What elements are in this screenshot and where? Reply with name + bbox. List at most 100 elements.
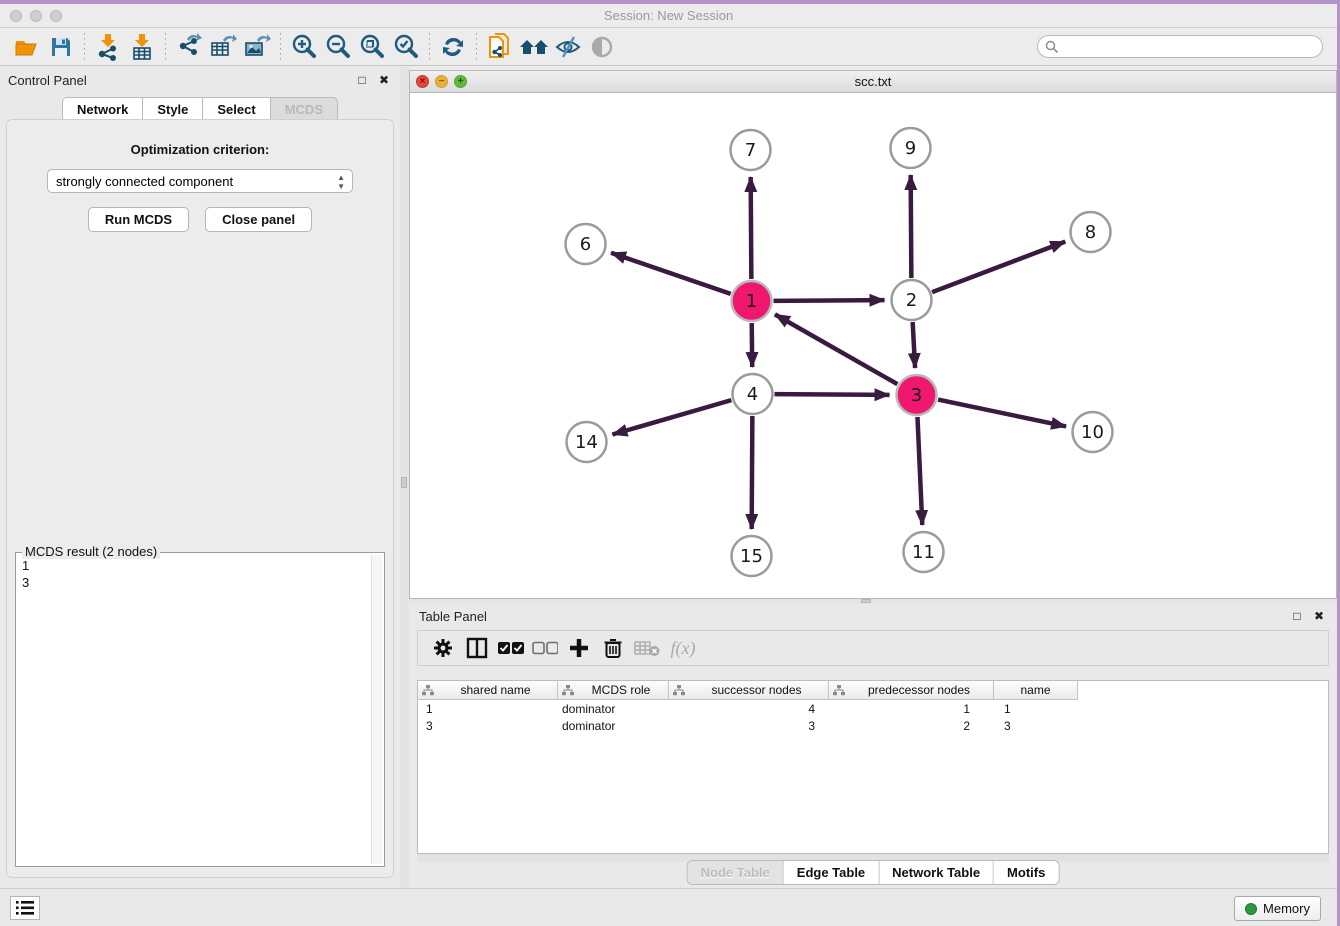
svg-text:14: 14 bbox=[575, 432, 598, 453]
control-panel: Control Panel □ ✖ NetworkStyleSelectMCDS… bbox=[0, 67, 400, 888]
network-window-title: scc.txt bbox=[410, 74, 1336, 89]
graph-edge-4-14[interactable] bbox=[612, 400, 731, 434]
function-builder-button[interactable]: f(x) bbox=[666, 633, 696, 663]
memory-button[interactable]: Memory bbox=[1234, 896, 1321, 921]
tab-network-table[interactable]: Network Table bbox=[878, 861, 993, 884]
delete-table-button[interactable] bbox=[632, 633, 662, 663]
mcds-result-group: MCDS result (2 nodes) 1 3 bbox=[15, 552, 385, 867]
graph-edge-1-6[interactable] bbox=[611, 253, 731, 294]
cell-predecessor-nodes[interactable]: 2 bbox=[829, 719, 994, 733]
graph-node-6[interactable]: 6 bbox=[566, 224, 606, 264]
home-button[interactable] bbox=[517, 31, 551, 63]
column-header-MCDS-role[interactable]: MCDS role bbox=[558, 681, 669, 700]
graph-edge-1-7[interactable] bbox=[751, 177, 752, 279]
cell-shared-name[interactable]: 3 bbox=[418, 719, 558, 733]
export-image-button[interactable] bbox=[240, 31, 274, 63]
cell-successor-nodes[interactable]: 3 bbox=[669, 719, 829, 733]
export-table-button[interactable] bbox=[206, 31, 240, 63]
export-network-button[interactable] bbox=[172, 31, 206, 63]
zoom-in-button[interactable] bbox=[287, 31, 321, 63]
deselect-all-button[interactable] bbox=[530, 633, 560, 663]
column-header-predecessor-nodes[interactable]: predecessor nodes bbox=[829, 681, 994, 700]
delete-column-button[interactable] bbox=[598, 633, 628, 663]
graph-node-9[interactable]: 9 bbox=[891, 128, 931, 168]
close-panel-icon[interactable]: ✖ bbox=[376, 72, 392, 88]
table-panel: Table Panel □ ✖ bbox=[409, 604, 1337, 888]
graph-edge-2-8[interactable] bbox=[932, 242, 1065, 293]
graph-node-8[interactable]: 8 bbox=[1071, 212, 1111, 252]
horizontal-split-grip[interactable] bbox=[861, 599, 871, 603]
column-header-shared-name[interactable]: shared name bbox=[418, 681, 558, 700]
show-graphics-button[interactable] bbox=[585, 31, 619, 63]
graph-edge-4-15[interactable] bbox=[752, 416, 753, 529]
import-table-button[interactable] bbox=[125, 31, 159, 63]
column-header-name[interactable]: name bbox=[994, 681, 1078, 700]
clone-network-icon bbox=[486, 32, 514, 62]
save-session-button[interactable] bbox=[44, 31, 78, 63]
cell-name[interactable]: 1 bbox=[994, 702, 1078, 716]
graph-node-7[interactable]: 7 bbox=[731, 130, 771, 170]
graph-node-14[interactable]: 14 bbox=[567, 422, 607, 462]
graph-edge-1-2[interactable] bbox=[773, 300, 884, 301]
apply-style-button[interactable] bbox=[436, 31, 470, 63]
graph-node-15[interactable]: 15 bbox=[732, 536, 772, 576]
svg-text:1: 1 bbox=[746, 291, 757, 312]
graph-node-2[interactable]: 2 bbox=[892, 280, 932, 320]
create-column-button[interactable] bbox=[564, 633, 594, 663]
graph-edge-3-10[interactable] bbox=[938, 400, 1066, 427]
graph-edge-3-1[interactable] bbox=[775, 314, 897, 384]
optimization-criterion-select[interactable]: strongly connected component ▲▼ bbox=[47, 169, 353, 193]
svg-text:8: 8 bbox=[1085, 222, 1096, 243]
graph-node-10[interactable]: 10 bbox=[1073, 412, 1113, 452]
mcds-panel: Optimization criterion: strongly connect… bbox=[6, 119, 394, 878]
cell-name[interactable]: 3 bbox=[994, 719, 1078, 733]
vertical-split-grip[interactable] bbox=[401, 477, 407, 488]
clone-network-button[interactable] bbox=[483, 31, 517, 63]
graph-edge-4-3[interactable] bbox=[774, 394, 889, 395]
zoom-fit-button[interactable] bbox=[355, 31, 389, 63]
tab-motifs[interactable]: Motifs bbox=[993, 861, 1058, 884]
hierarchy-icon bbox=[833, 685, 845, 696]
zoom-out-button[interactable] bbox=[321, 31, 355, 63]
graph-node-4[interactable]: 4 bbox=[733, 374, 773, 414]
table-row[interactable]: 3dominator323 bbox=[418, 717, 1328, 734]
float-table-panel-icon[interactable]: □ bbox=[1289, 608, 1305, 624]
open-session-button[interactable] bbox=[10, 31, 44, 63]
graph-node-11[interactable]: 11 bbox=[904, 532, 944, 572]
svg-text:7: 7 bbox=[745, 140, 756, 161]
main-toolbar bbox=[0, 28, 1337, 66]
mcds-result-scrollbar[interactable] bbox=[371, 555, 382, 864]
search-input[interactable] bbox=[1037, 35, 1323, 58]
gear-icon bbox=[432, 637, 454, 659]
tab-edge-table[interactable]: Edge Table bbox=[783, 861, 878, 884]
cell-successor-nodes[interactable]: 4 bbox=[669, 702, 829, 716]
network-canvas[interactable]: 7 9 6 8 1 2 4 3 14 10 15 11 bbox=[410, 93, 1336, 598]
task-history-button[interactable] bbox=[10, 896, 40, 920]
search-icon bbox=[1045, 40, 1059, 54]
vertical-split-divider[interactable] bbox=[400, 67, 409, 888]
hide-graphics-button[interactable] bbox=[551, 31, 585, 63]
tab-node-table[interactable]: Node Table bbox=[688, 861, 783, 884]
import-network-button[interactable] bbox=[91, 31, 125, 63]
cell-predecessor-nodes[interactable]: 1 bbox=[829, 702, 994, 716]
toolbar-separator bbox=[429, 33, 430, 61]
graph-edge-3-11[interactable] bbox=[917, 417, 922, 525]
graph-edge-2-3[interactable] bbox=[913, 322, 915, 368]
cell-shared-name[interactable]: 1 bbox=[418, 702, 558, 716]
graph-node-1[interactable]: 1 bbox=[732, 281, 772, 321]
column-header-successor-nodes[interactable]: successor nodes bbox=[669, 681, 829, 700]
run-mcds-button[interactable]: Run MCDS bbox=[88, 207, 189, 232]
table-row[interactable]: 1dominator411 bbox=[418, 700, 1328, 717]
zoom-selected-button[interactable] bbox=[389, 31, 423, 63]
mcds-result-text[interactable]: 1 3 bbox=[22, 557, 370, 864]
cell-MCDS-role[interactable]: dominator bbox=[558, 702, 669, 716]
graph-edge-2-9[interactable] bbox=[911, 175, 912, 278]
graph-node-3[interactable]: 3 bbox=[897, 375, 937, 415]
show-columns-button[interactable] bbox=[462, 633, 492, 663]
float-panel-icon[interactable]: □ bbox=[354, 72, 370, 88]
table-settings-button[interactable] bbox=[428, 633, 458, 663]
cell-MCDS-role[interactable]: dominator bbox=[558, 719, 669, 733]
select-all-button[interactable] bbox=[496, 633, 526, 663]
close-panel-button[interactable]: Close panel bbox=[205, 207, 312, 232]
close-table-panel-icon[interactable]: ✖ bbox=[1311, 608, 1327, 624]
